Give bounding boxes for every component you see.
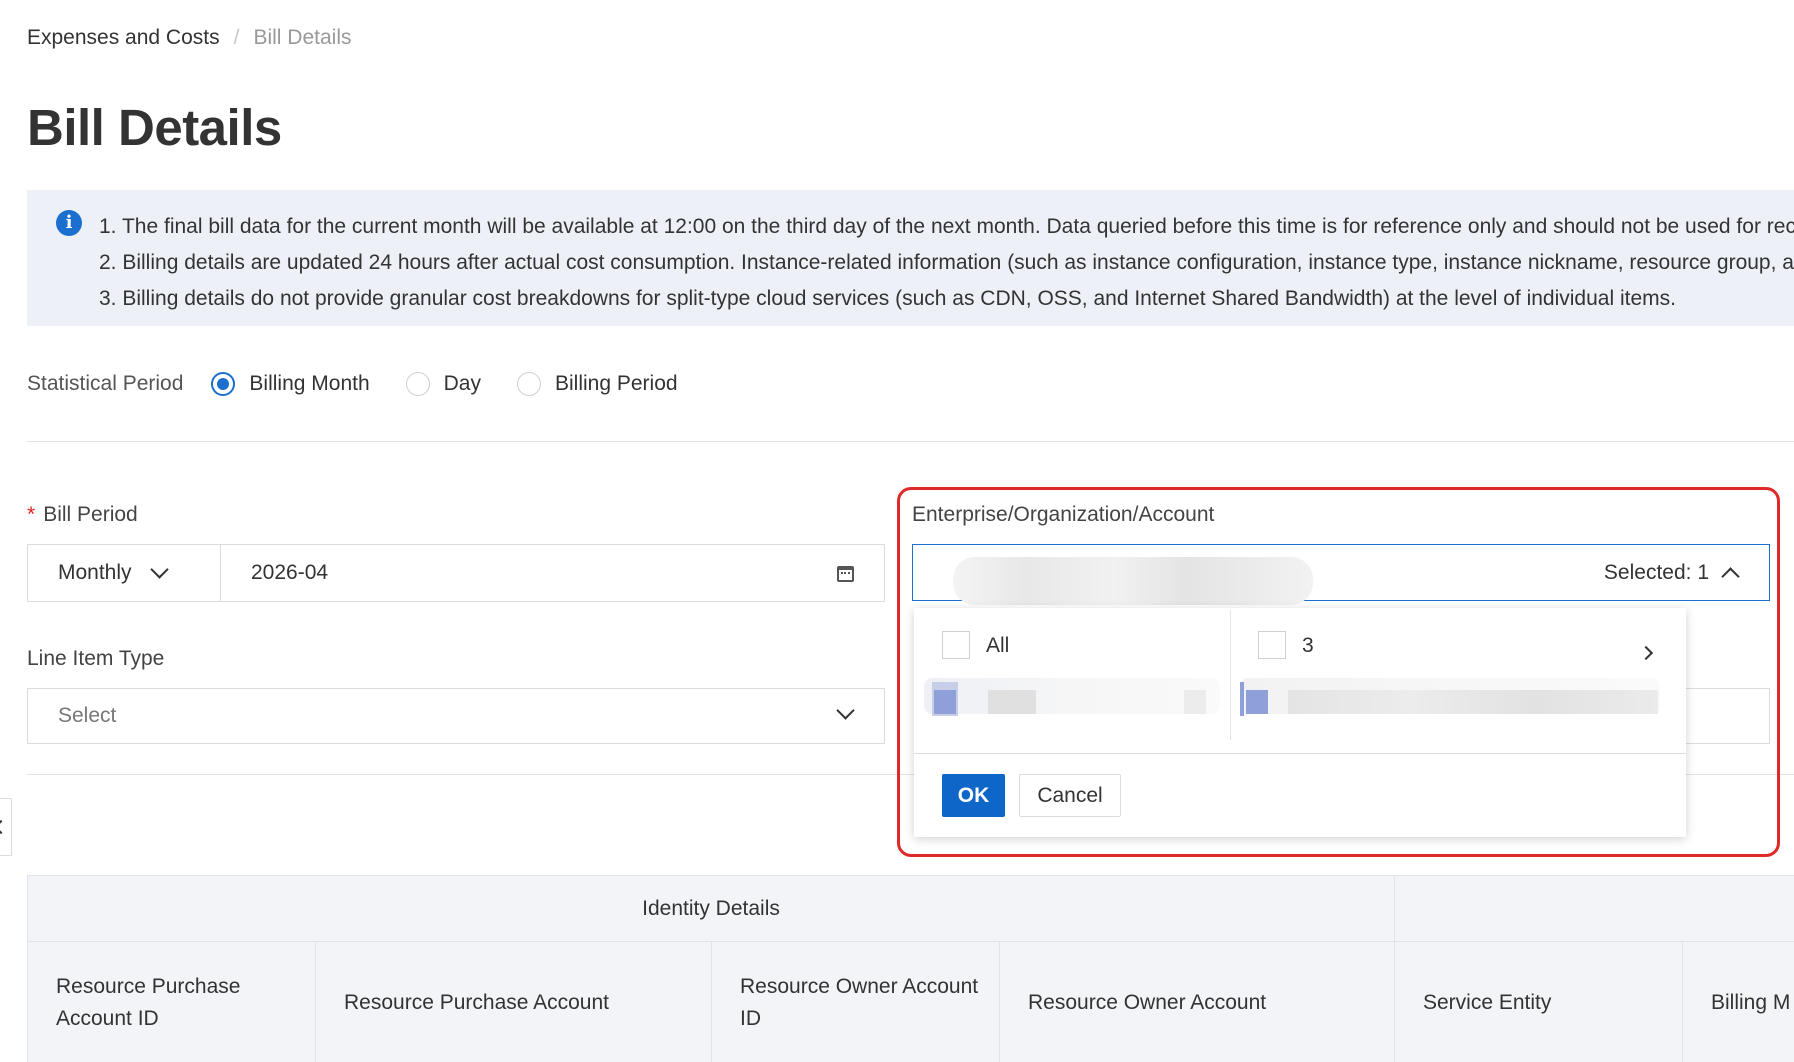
- chevron-right-icon[interactable]: [1638, 645, 1654, 661]
- option-group-label[interactable]: 3: [1302, 634, 1314, 658]
- radio-checked-icon[interactable]: [211, 372, 236, 396]
- column-resource-owner-account-id[interactable]: Resource Owner Account ID: [712, 942, 1000, 1062]
- statistical-period-label: Statistical Period: [27, 372, 184, 395]
- radio-billing-month-label[interactable]: Billing Month: [249, 372, 369, 396]
- notice-line-3: 3. Billing details do not provide granul…: [99, 287, 1676, 310]
- line-item-type-placeholder: Select: [58, 704, 117, 727]
- ok-button[interactable]: OK: [942, 774, 1005, 817]
- account-filter-label: Enterprise/Organization/Account: [912, 503, 1215, 526]
- radio-billing-month[interactable]: Billing Month: [211, 372, 370, 396]
- redacted-selected-account: [953, 557, 1313, 605]
- required-asterisk: *: [27, 503, 36, 526]
- checkbox-all[interactable]: [942, 631, 970, 659]
- month-picker-input[interactable]: 2026-04: [221, 545, 884, 601]
- column-divider: [1230, 610, 1231, 740]
- redacted-account-row[interactable]: [1240, 678, 1660, 716]
- chevron-up-icon[interactable]: [1721, 567, 1740, 586]
- statistical-period-group: Statistical Period Billing Month Day Bil…: [27, 370, 714, 398]
- notice-line-1: 1. The final bill data for the current m…: [99, 215, 1794, 238]
- line-item-type-label: Line Item Type: [27, 647, 165, 670]
- checkbox-group[interactable]: [1258, 631, 1286, 659]
- chevron-down-icon: [150, 560, 169, 579]
- breadcrumb-separator: /: [233, 26, 240, 49]
- calendar-icon[interactable]: [837, 566, 854, 582]
- redacted-block: [988, 690, 1036, 714]
- collapse-handle[interactable]: [0, 798, 12, 856]
- option-all-label[interactable]: All: [986, 634, 1009, 658]
- page-title: Bill Details: [27, 99, 282, 156]
- section-divider: [27, 441, 1794, 442]
- redacted-block: [1246, 690, 1268, 714]
- column-group-next: [1395, 876, 1794, 942]
- background-field: [1686, 688, 1770, 744]
- chevron-down-icon: [836, 701, 855, 720]
- redacted-block: [1240, 682, 1244, 716]
- redacted-block: [1288, 690, 1658, 714]
- granularity-select[interactable]: Monthly: [28, 545, 221, 601]
- breadcrumb-current: Bill Details: [253, 26, 352, 49]
- radio-day[interactable]: Day: [405, 372, 481, 396]
- bill-period-control: Monthly 2026-04: [27, 544, 885, 602]
- breadcrumb-expenses-and-costs[interactable]: Expenses and Costs: [27, 26, 220, 50]
- bill-period-label-text: Bill Period: [43, 503, 138, 526]
- cancel-button[interactable]: Cancel: [1019, 774, 1121, 817]
- column-resource-purchase-account[interactable]: Resource Purchase Account: [316, 942, 712, 1062]
- account-select[interactable]: Selected: 1: [912, 544, 1770, 605]
- column-resource-owner-account[interactable]: Resource Owner Account: [1000, 942, 1395, 1062]
- dropdown-divider: [914, 753, 1686, 754]
- info-icon: i: [56, 210, 82, 236]
- redacted-account-row[interactable]: [924, 678, 1220, 716]
- account-dropdown-panel: All 3 OK Cancel: [914, 608, 1686, 837]
- notice-line-2: 2. Billing details are updated 24 hours …: [99, 251, 1794, 274]
- redacted-block: [1184, 690, 1206, 714]
- notice-banner: i 1. The final bill data for the current…: [27, 190, 1794, 326]
- bill-period-label: * Bill Period: [27, 503, 138, 527]
- radio-day-label[interactable]: Day: [444, 372, 481, 396]
- radio-unchecked-icon[interactable]: [517, 372, 541, 396]
- month-value: 2026-04: [251, 561, 329, 584]
- column-resource-purchase-account-id[interactable]: Resource Purchase Account ID: [28, 942, 316, 1062]
- column-service-entity[interactable]: Service Entity: [1395, 942, 1683, 1062]
- line-item-type-select[interactable]: Select: [27, 688, 885, 744]
- radio-billing-period-label[interactable]: Billing Period: [555, 372, 678, 396]
- redacted-block: [934, 690, 956, 714]
- breadcrumb: Expenses and Costs / Bill Details: [27, 26, 351, 50]
- selected-count: Selected: 1: [1603, 561, 1709, 584]
- column-group-identity-details: Identity Details: [28, 876, 1395, 942]
- column-billing-method[interactable]: Billing M: [1683, 942, 1794, 1062]
- bill-details-table: Identity Details Resource Purchase Accou…: [27, 875, 1794, 1062]
- granularity-value: Monthly: [58, 561, 132, 584]
- radio-billing-period[interactable]: Billing Period: [517, 372, 678, 396]
- radio-unchecked-icon[interactable]: [405, 372, 430, 396]
